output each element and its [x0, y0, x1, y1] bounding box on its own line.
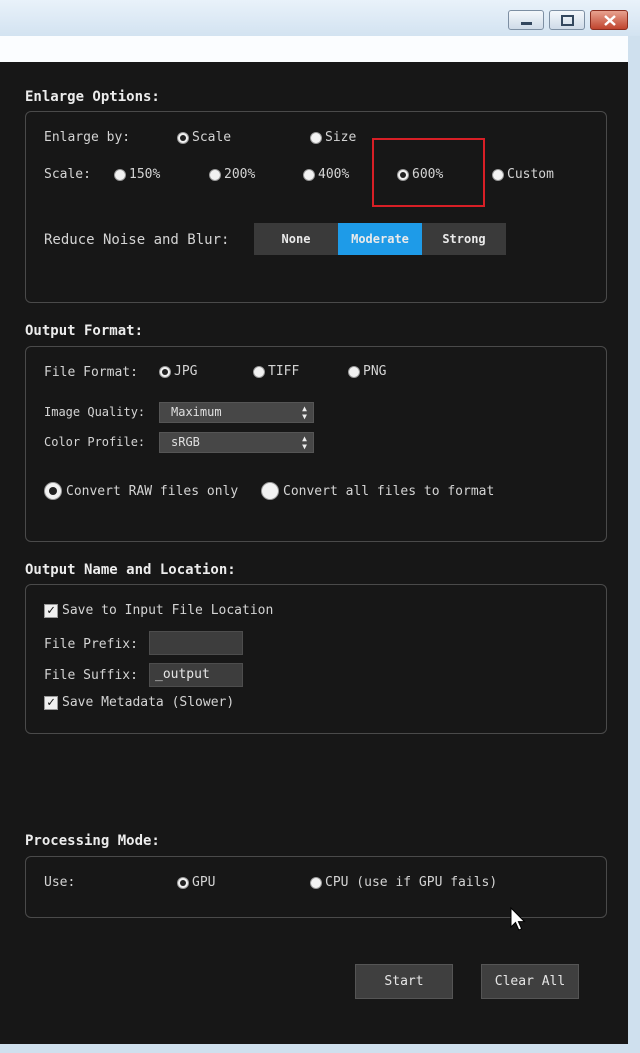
- radio-label: Custom: [507, 167, 554, 182]
- select-value: sRGB: [171, 435, 200, 449]
- radio-label: GPU: [192, 875, 216, 890]
- file-prefix-label: File Prefix:: [44, 637, 138, 652]
- gpu-radio[interactable]: GPU: [177, 875, 215, 890]
- app-panel: Enlarge Options: Enlarge by: Scale Size …: [0, 62, 628, 1044]
- convert-all-radio[interactable]: Convert all files to format: [261, 482, 494, 500]
- radio-label: 200%: [224, 167, 256, 182]
- radio-label: 400%: [318, 167, 350, 182]
- radio-unselected-icon: [492, 168, 504, 181]
- file-format-png-radio[interactable]: PNG: [348, 364, 386, 379]
- window-frame-right: [628, 36, 640, 1053]
- radio-label: Scale: [192, 130, 232, 145]
- radio-label: 150%: [129, 167, 161, 182]
- enlarge-options-title: Enlarge Options:: [25, 89, 160, 105]
- maximize-icon: [561, 15, 574, 26]
- scale-label: Scale:: [44, 167, 91, 182]
- window-frame-bottom: [0, 1044, 640, 1053]
- color-profile-label: Color Profile:: [44, 435, 146, 449]
- mouse-pointer-icon: [510, 907, 526, 931]
- enlarge-by-label: Enlarge by:: [44, 130, 131, 145]
- checkbox-label: Save to Input File Location: [62, 603, 274, 618]
- radio-unselected-icon: [303, 168, 315, 181]
- close-button[interactable]: [590, 10, 628, 30]
- convert-raw-only-radio[interactable]: Convert RAW files only: [44, 482, 238, 500]
- cpu-radio[interactable]: CPU (use if GPU fails): [310, 875, 497, 890]
- scale-400-radio[interactable]: 400%: [303, 167, 349, 182]
- enlarge-by-size-radio[interactable]: Size: [310, 130, 356, 145]
- radio-label: CPU (use if GPU fails): [325, 875, 498, 890]
- noise-none-button[interactable]: None: [254, 223, 338, 255]
- minimize-button[interactable]: [508, 10, 544, 30]
- radio-unselected-icon: [261, 482, 279, 500]
- processing-mode-title: Processing Mode:: [25, 833, 160, 849]
- radio-label: JPG: [174, 364, 198, 379]
- file-format-tiff-radio[interactable]: TIFF: [253, 364, 299, 379]
- window-titlebar: [0, 0, 640, 36]
- radio-unselected-icon: [253, 365, 265, 378]
- checkmark-icon: ✓: [44, 695, 58, 710]
- noise-strong-button[interactable]: Strong: [422, 223, 506, 255]
- radio-selected-icon: [177, 131, 189, 144]
- noise-moderate-button[interactable]: Moderate: [338, 223, 422, 255]
- noise-segmented-control: None Moderate Strong: [254, 223, 506, 255]
- output-name-title: Output Name and Location:: [25, 562, 236, 578]
- use-label: Use:: [44, 875, 76, 890]
- start-button[interactable]: Start: [355, 964, 453, 999]
- clear-all-button[interactable]: Clear All: [481, 964, 579, 999]
- output-format-title: Output Format:: [25, 323, 144, 339]
- radio-label: Size: [325, 130, 357, 145]
- checkmark-icon: ✓: [44, 603, 58, 618]
- minimize-icon: [521, 22, 532, 25]
- radio-selected-icon: [44, 482, 62, 500]
- radio-selected-icon: [159, 365, 171, 378]
- scale-150-radio[interactable]: 150%: [114, 167, 160, 182]
- radio-label: Convert RAW files only: [66, 483, 239, 499]
- save-metadata-checkbox[interactable]: ✓ Save Metadata (Slower): [44, 695, 234, 710]
- radio-unselected-icon: [209, 168, 221, 181]
- chevron-updown-icon: ▲ ▼: [302, 404, 307, 421]
- file-suffix-label: File Suffix:: [44, 668, 138, 683]
- radio-selected-icon: [177, 876, 189, 889]
- window-menu-strip: [0, 36, 628, 62]
- radio-unselected-icon: [310, 131, 322, 144]
- radio-unselected-icon: [348, 365, 360, 378]
- checkbox-label: Save Metadata (Slower): [62, 695, 235, 710]
- radio-unselected-icon: [310, 876, 322, 889]
- scale-200-radio[interactable]: 200%: [209, 167, 255, 182]
- highlight-box: [372, 138, 485, 207]
- radio-unselected-icon: [114, 168, 126, 181]
- image-quality-select[interactable]: Maximum ▲ ▼: [159, 402, 314, 423]
- scale-custom-radio[interactable]: Custom: [492, 167, 554, 182]
- maximize-button[interactable]: [549, 10, 585, 30]
- radio-label: TIFF: [268, 364, 300, 379]
- save-input-location-checkbox[interactable]: ✓ Save to Input File Location: [44, 603, 273, 618]
- file-suffix-input[interactable]: _output: [149, 663, 243, 687]
- file-format-jpg-radio[interactable]: JPG: [159, 364, 197, 379]
- radio-label: Convert all files to format: [283, 483, 495, 499]
- file-format-label: File Format:: [44, 365, 138, 380]
- radio-label: PNG: [363, 364, 387, 379]
- image-quality-label: Image Quality:: [44, 405, 146, 419]
- enlarge-by-scale-radio[interactable]: Scale: [177, 130, 231, 145]
- select-value: Maximum: [171, 405, 222, 419]
- chevron-updown-icon: ▲ ▼: [302, 434, 307, 451]
- color-profile-select[interactable]: sRGB ▲ ▼: [159, 432, 314, 453]
- close-icon: [604, 15, 616, 26]
- reduce-noise-label: Reduce Noise and Blur:: [44, 232, 230, 248]
- file-prefix-input[interactable]: [149, 631, 243, 655]
